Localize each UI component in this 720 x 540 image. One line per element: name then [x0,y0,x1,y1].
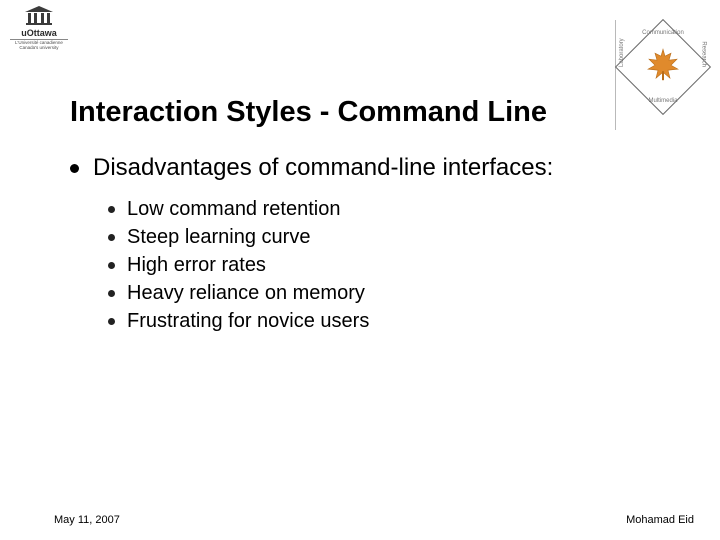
header-divider [615,20,616,130]
building-icon [25,6,53,26]
footer-date: May 11, 2007 [54,514,120,526]
main-content: Disadvantages of command-line interfaces… [70,154,670,338]
lab-label-left: Laboratory [619,38,625,67]
sub-bullet-text: Steep learning curve [127,226,310,249]
list-item: Heavy reliance on memory [108,282,670,305]
university-logo: uOttawa L'Université canadienne Canada's… [10,6,68,51]
sub-bullet-text: Low command retention [127,198,340,221]
university-tagline: L'Université canadienne Canada's univers… [10,39,68,51]
bullet-icon [108,234,115,241]
lab-label-top: Communication [642,30,684,36]
bullet-icon [70,164,79,173]
main-bullet-text: Disadvantages of command-line interfaces… [93,154,553,182]
university-name: uOttawa [10,28,68,38]
footer-author: Mohamad Eid [626,514,694,526]
lab-label-bottom: Multimedia [648,98,677,104]
sub-bullet-text: High error rates [127,254,266,277]
list-item: Frustrating for novice users [108,310,670,333]
bullet-icon [108,262,115,269]
bullet-icon [108,290,115,297]
list-item: Steep learning curve [108,226,670,249]
bullet-icon [108,206,115,213]
bullet-icon [108,318,115,325]
slide-title: Interaction Styles - Command Line [70,96,547,129]
lab-logo: Communication Research Multimedia Labora… [624,28,702,106]
sub-bullet-text: Frustrating for novice users [127,310,369,333]
sub-bullet-list: Low command retention Steep learning cur… [108,198,670,333]
maple-leaf-icon [646,47,680,83]
list-item: Low command retention [108,198,670,221]
sub-bullet-text: Heavy reliance on memory [127,282,365,305]
main-bullet: Disadvantages of command-line interfaces… [70,154,670,182]
list-item: High error rates [108,254,670,277]
lab-label-right: Research [701,41,707,67]
